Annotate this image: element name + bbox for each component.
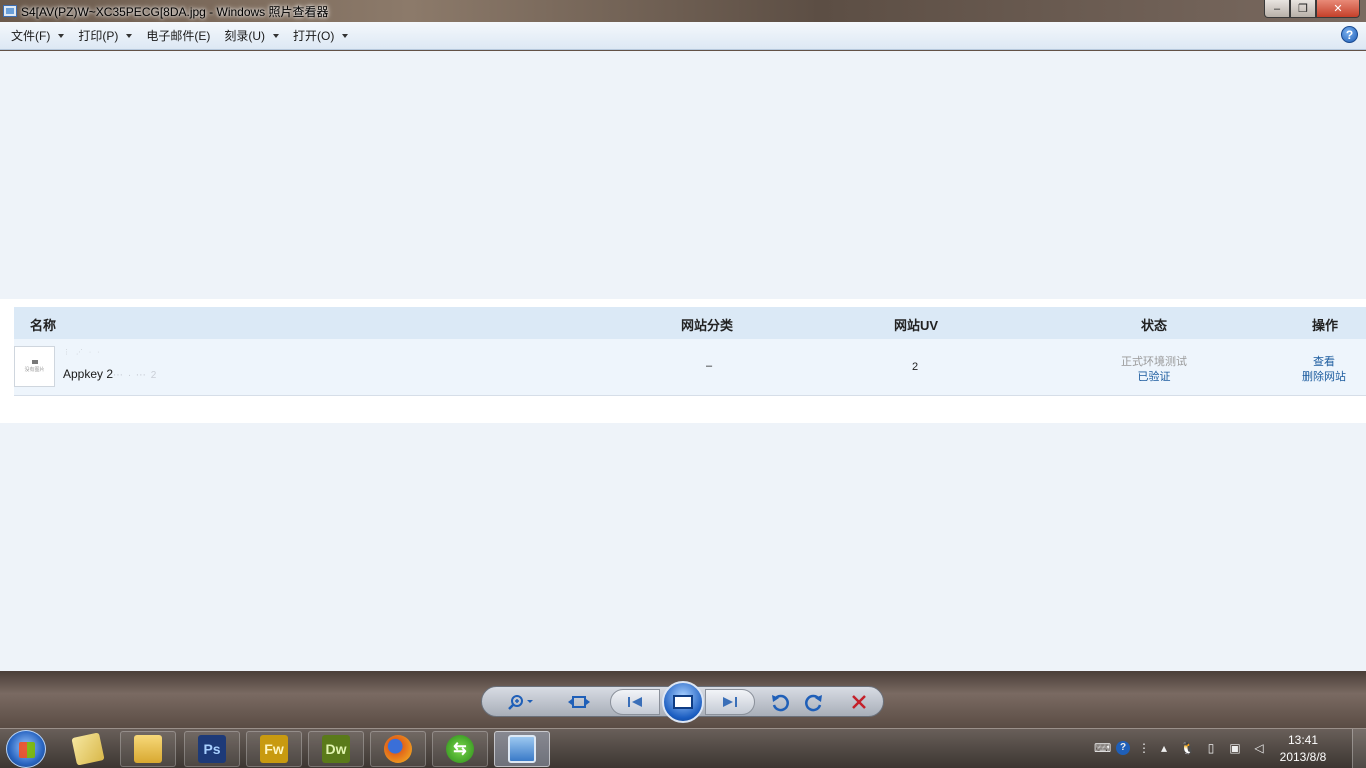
- taskbar: Ps Fw Dw ⇆ ⌨ ? ⋮ ▴ 🐧 ▯ ▣ ◁ 13:41 2013/8/…: [0, 728, 1366, 768]
- previous-icon[interactable]: [610, 689, 660, 715]
- dreamweaver-icon: Dw: [322, 735, 350, 763]
- close-button[interactable]: ✕: [1316, 0, 1360, 18]
- help-tray-icon[interactable]: ?: [1116, 741, 1130, 755]
- menu-bar: 文件(F) 打印(P) 电子邮件(E) 刻录(U) 打开(O) ?: [0, 22, 1366, 50]
- menu-file[interactable]: 文件(F): [4, 25, 71, 47]
- window-controls: ‒ ❐ ✕: [1264, 0, 1360, 18]
- photo-viewer-app-icon: [3, 5, 17, 17]
- menu-file-label: 文件(F): [11, 29, 51, 43]
- taskbar-green-app[interactable]: ⇆: [432, 731, 488, 767]
- menu-open-label: 打开(O): [293, 29, 335, 43]
- clock-time: 13:41: [1287, 733, 1319, 747]
- taskbar-firefox[interactable]: [370, 731, 426, 767]
- column-header-uv: 网站UV: [894, 318, 939, 333]
- clock-date: 2013/8/8: [1279, 750, 1327, 764]
- slideshow-screen-glyph: [673, 695, 693, 709]
- column-header-name: 名称: [30, 318, 57, 333]
- refresh-arrows-icon: ⇆: [446, 735, 474, 763]
- uv-cell: 2: [911, 361, 919, 373]
- firefox-icon: [384, 735, 412, 763]
- camera-icon: [31, 360, 38, 364]
- taskbar-file-explorer[interactable]: [120, 731, 176, 767]
- taskbar-dreamweaver[interactable]: Dw: [308, 731, 364, 767]
- table-row: 没有图片 ⋮ ⋰ · · Appkey 2⋯ · ⋯ 2 – 2 正式环境测试 …: [14, 339, 1366, 396]
- network-icon[interactable]: ▣: [1228, 741, 1242, 755]
- photo-viewer-canvas: 名称 网站分类 网站UV 状态 操作 没有图片 ⋮ ⋰ · · Appkey 2…: [0, 51, 1366, 671]
- displayed-photo: 名称 网站分类 网站UV 状态 操作 没有图片 ⋮ ⋰ · · Appkey 2…: [0, 299, 1366, 423]
- chevron-down-icon: [126, 33, 133, 38]
- clock[interactable]: 13:41 2013/8/8: [1268, 732, 1338, 766]
- menu-print[interactable]: 打印(P): [71, 25, 139, 47]
- appkey-value-blurred: ⋯ · ⋯ 2: [113, 370, 158, 381]
- menu-burn-label: 刻录(U): [224, 29, 265, 43]
- maximize-button[interactable]: ❐: [1290, 0, 1316, 18]
- viewer-control-bar: [0, 671, 1366, 728]
- column-header-status: 状态: [1141, 318, 1168, 333]
- ime-icon[interactable]: ⋮: [1137, 741, 1151, 755]
- chevron-down-icon: [58, 33, 65, 38]
- folder-icon: [134, 735, 162, 763]
- libraries-icon: [71, 732, 105, 766]
- chevron-down-icon: [342, 33, 349, 38]
- chevron-down-icon: [273, 33, 279, 38]
- photo-viewer-icon: [508, 735, 536, 763]
- menu-open[interactable]: 打开(O): [286, 25, 355, 47]
- usb-icon[interactable]: ▯: [1204, 741, 1218, 755]
- chevron-up-icon[interactable]: ▴: [1157, 741, 1171, 755]
- menu-burn[interactable]: 刻录(U): [217, 25, 286, 47]
- actual-size-icon[interactable]: [566, 691, 592, 713]
- fireworks-icon: Fw: [260, 735, 288, 763]
- column-header-actions: 操作: [1312, 318, 1339, 333]
- minimize-button[interactable]: ‒: [1264, 0, 1290, 18]
- category-cell: –: [705, 360, 713, 372]
- menu-email-label: 电子邮件(E): [146, 29, 211, 43]
- site-name-blurred: ⋮ ⋰ · ·: [63, 349, 102, 356]
- view-link: 查看: [1313, 356, 1335, 368]
- title-bar: S4[AV(PZ)W~XC35PECG[8DA.jpg - Windows 照片…: [0, 0, 1366, 22]
- start-button[interactable]: [6, 730, 46, 768]
- delete-icon[interactable]: [846, 691, 872, 713]
- thumbnail-placeholder-text: 没有图片: [24, 367, 45, 373]
- qq-icon[interactable]: 🐧: [1180, 741, 1195, 755]
- volume-icon[interactable]: ◁: [1252, 741, 1266, 755]
- slideshow-icon[interactable]: [662, 681, 704, 723]
- rotate-clockwise-icon[interactable]: [801, 691, 827, 713]
- zoom-icon[interactable]: [508, 691, 534, 713]
- site-thumbnail: 没有图片: [14, 346, 55, 387]
- show-desktop-button[interactable]: [1352, 729, 1366, 768]
- taskbar-photo-viewer[interactable]: [494, 731, 550, 767]
- window-title: S4[AV(PZ)W~XC35PECG[8DA.jpg - Windows 照片…: [21, 4, 329, 19]
- menu-print-label: 打印(P): [78, 29, 119, 43]
- table-header: 名称 网站分类 网站UV 状态 操作: [14, 307, 1366, 339]
- help-icon[interactable]: ?: [1341, 26, 1358, 43]
- taskbar-libraries[interactable]: [60, 731, 116, 767]
- photoshop-icon: Ps: [198, 735, 226, 763]
- status-verified: 已验证: [1137, 371, 1171, 383]
- appkey-text: Appkey 2⋯ · ⋯ 2: [63, 367, 157, 381]
- appkey-label: Appkey 2: [63, 367, 114, 381]
- menu-email[interactable]: 电子邮件(E): [139, 25, 217, 47]
- column-header-category: 网站分类: [681, 318, 734, 333]
- taskbar-photoshop[interactable]: Ps: [184, 731, 240, 767]
- rotate-counterclockwise-icon[interactable]: [767, 691, 793, 713]
- taskbar-fireworks[interactable]: Fw: [246, 731, 302, 767]
- keyboard-icon[interactable]: ⌨: [1094, 741, 1111, 755]
- next-icon[interactable]: [705, 689, 755, 715]
- status-environment: 正式环境测试: [1121, 356, 1187, 368]
- delete-site-link: 删除网站: [1302, 371, 1346, 383]
